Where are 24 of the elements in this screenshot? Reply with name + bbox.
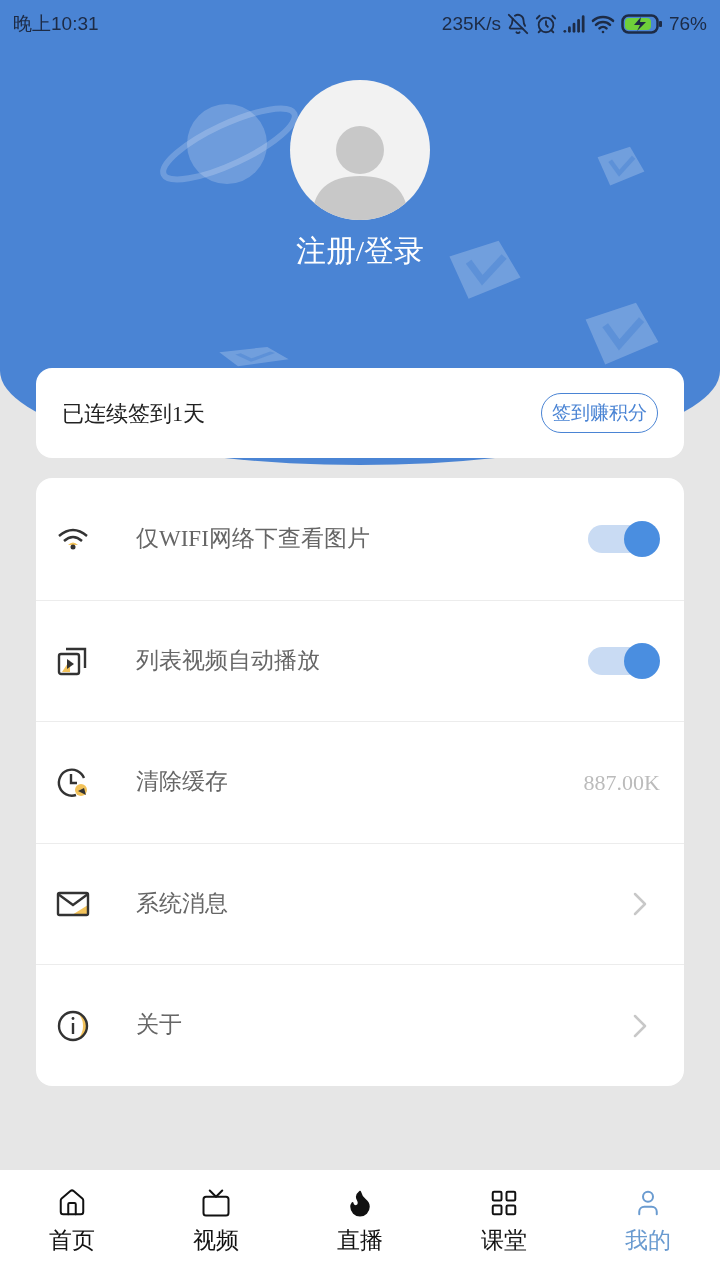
nav-tab[interactable]: 课堂 — [432, 1170, 576, 1280]
nav-tab[interactable]: 首页 — [0, 1170, 144, 1280]
setting-label[interactable]: 关于 — [136, 1008, 182, 1043]
setting-label[interactable]: 系统消息 — [136, 886, 228, 922]
grid-icon[interactable] — [489, 1188, 519, 1218]
toggle-switch[interactable] — [588, 642, 660, 679]
battery-icon — [620, 13, 663, 35]
setting-label[interactable]: 列表视频自动播放 — [136, 643, 320, 679]
battery-percent: 76% — [668, 11, 707, 36]
nav-tab[interactable]: 视频 — [144, 1170, 288, 1280]
tv-icon[interactable] — [201, 1188, 231, 1218]
login-link[interactable]: 注册/登录 — [295, 228, 425, 273]
signal-icon — [562, 13, 585, 35]
nav-tab[interactable]: 直播 — [288, 1170, 432, 1280]
home-icon[interactable] — [57, 1188, 87, 1218]
bell-off-icon — [506, 13, 529, 35]
cache-size: 887.00K — [583, 769, 660, 797]
alarm-icon — [534, 13, 557, 35]
setting-label[interactable]: 清除缓存 — [136, 765, 228, 800]
toggle-switch[interactable] — [588, 520, 660, 557]
status-time: 晚上10:31 — [13, 11, 99, 36]
network-speed: 235K/s — [441, 11, 501, 36]
checkin-streak: 已连续签到1天 — [62, 399, 205, 428]
setting-label[interactable]: 仅WIFI网络下查看图片 — [136, 521, 370, 557]
